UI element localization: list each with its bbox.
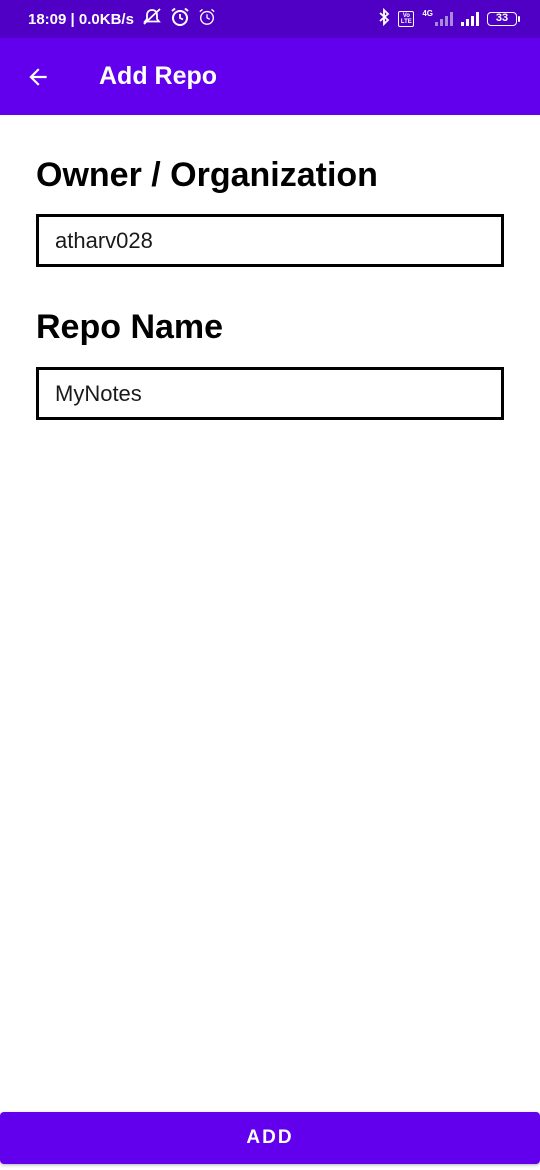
repo-name-field[interactable] (36, 367, 504, 420)
network-type-label: 4G (422, 8, 433, 18)
volte-bottom-text: LTE (400, 19, 412, 25)
status-time-speed: 18:09 | 0.0KB/s (28, 10, 134, 28)
repo-name-label: Repo Name (36, 308, 224, 346)
signal-sim2-icon (461, 12, 479, 26)
status-bar: 18:09 | 0.0KB/s Vo LTE 4G 33 (0, 0, 540, 38)
battery-level: 33 (487, 12, 517, 26)
battery-tip (518, 16, 520, 22)
owner-field[interactable] (36, 214, 504, 267)
repo-name-input[interactable] (55, 380, 501, 407)
arrow-back-icon (29, 67, 47, 86)
back-button[interactable] (16, 55, 60, 99)
signal-sim1-icon (435, 12, 453, 26)
alarm-icon (170, 7, 190, 31)
volte-icon: Vo LTE (398, 11, 415, 27)
mute-notifications-icon (142, 8, 162, 30)
owner-input[interactable] (55, 227, 501, 254)
add-repo-screen: 18:09 | 0.0KB/s Vo LTE 4G 33 Add Repo Ow… (0, 0, 540, 1170)
alarm-secondary-icon (198, 8, 216, 30)
status-left: 18:09 | 0.0KB/s (28, 7, 216, 31)
app-bar: Add Repo (0, 38, 540, 115)
bluetooth-icon (378, 7, 390, 30)
page-title: Add Repo (99, 62, 218, 90)
battery-icon: 33 (487, 12, 520, 26)
owner-label: Owner / Organization (36, 156, 378, 194)
add-button[interactable]: ADD (0, 1112, 540, 1164)
status-right: Vo LTE 4G 33 (378, 7, 520, 30)
